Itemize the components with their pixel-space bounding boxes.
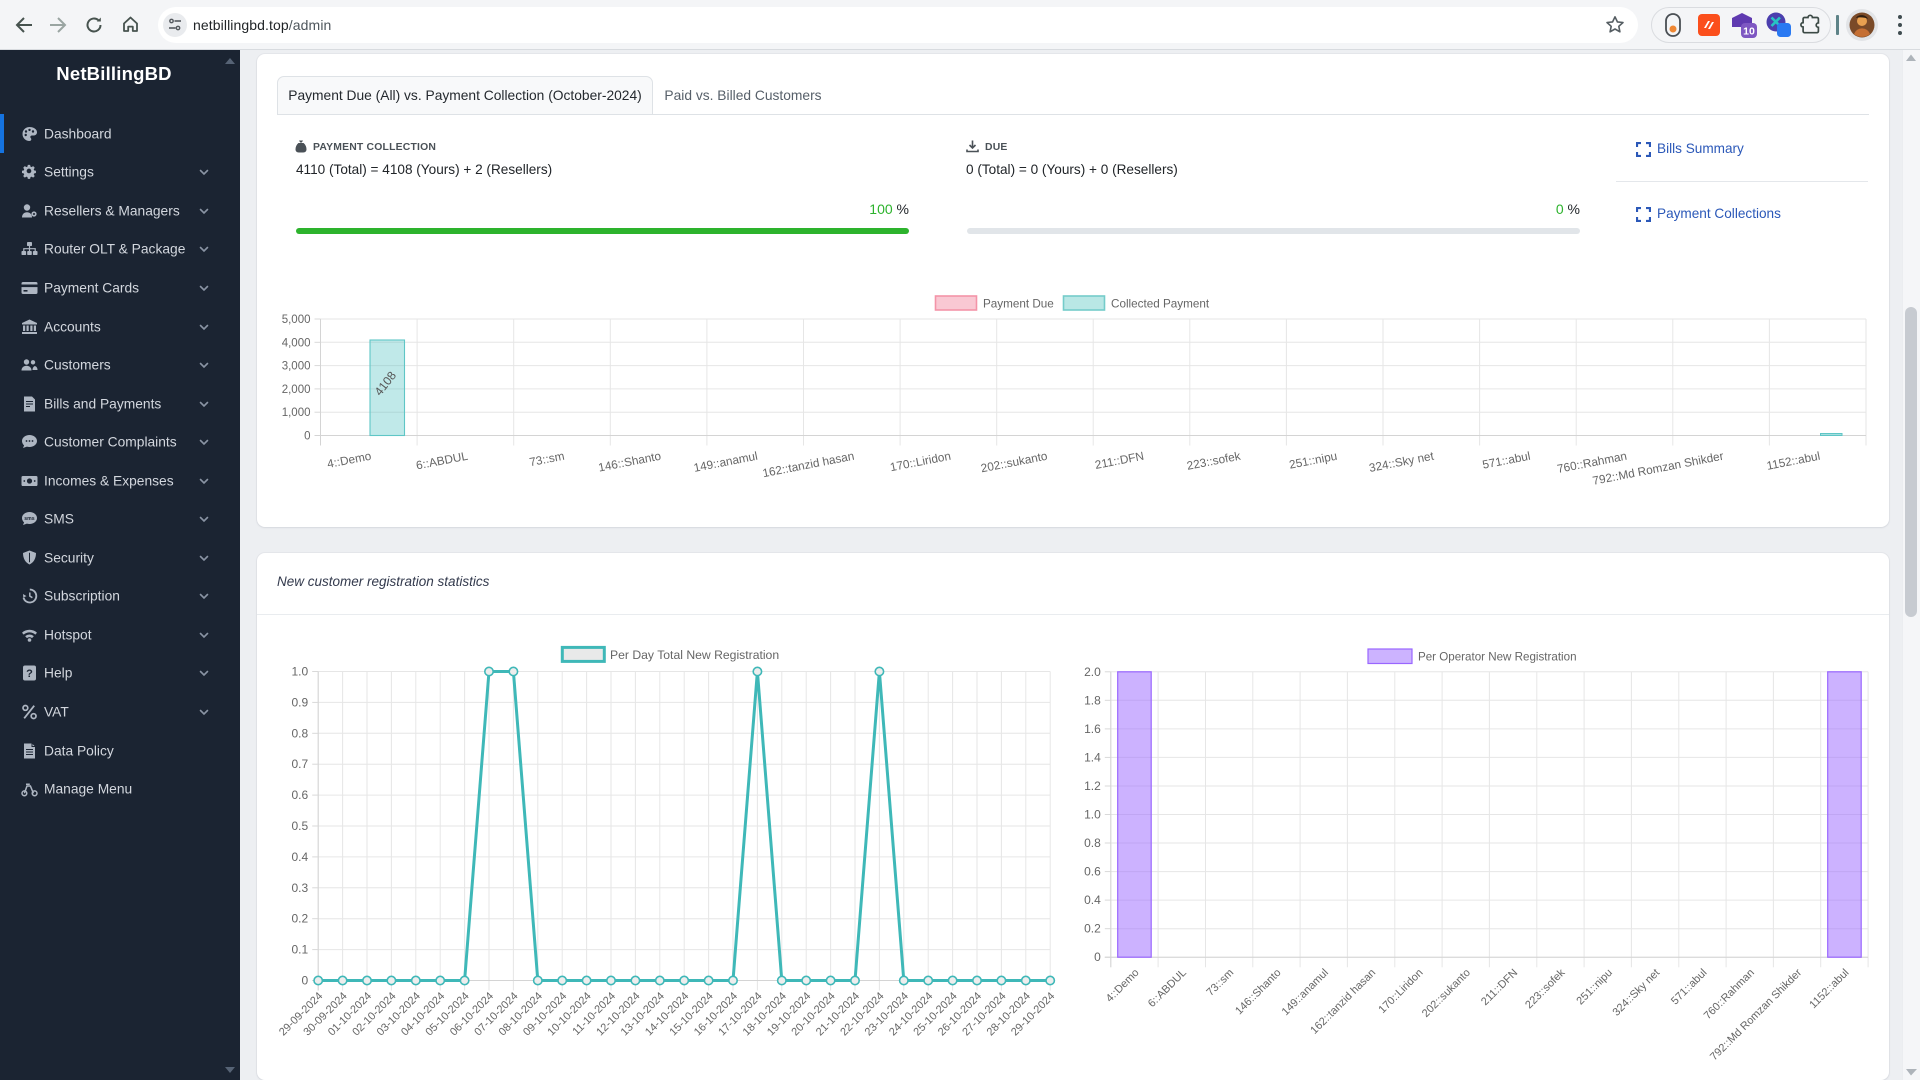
svg-text:0.4: 0.4	[1084, 893, 1101, 907]
svg-text:324::Sky net: 324::Sky net	[1368, 449, 1436, 475]
svg-text:0.2: 0.2	[292, 912, 309, 926]
svg-text:0.6: 0.6	[1084, 865, 1101, 879]
svg-text:1,000: 1,000	[282, 407, 311, 419]
svg-text:4,000: 4,000	[282, 337, 311, 349]
svg-text:0.3: 0.3	[292, 881, 309, 895]
svg-text:0.6: 0.6	[292, 788, 309, 802]
svg-text:6::ABDUL: 6::ABDUL	[415, 449, 470, 473]
svg-text:4::Demo: 4::Demo	[326, 449, 373, 471]
svg-text:0: 0	[1094, 950, 1101, 964]
svg-text:73::sm: 73::sm	[528, 449, 566, 470]
svg-text:1.0: 1.0	[292, 665, 309, 679]
svg-text:251::nipu: 251::nipu	[1288, 449, 1338, 472]
svg-text:202::sukanto: 202::sukanto	[980, 449, 1049, 476]
svg-text:211::DFN: 211::DFN	[1479, 967, 1520, 1008]
svg-text:5,000: 5,000	[282, 314, 311, 326]
svg-text:202::sukanto: 202::sukanto	[1420, 967, 1473, 1020]
svg-text:170::Liridon: 170::Liridon	[1376, 967, 1425, 1016]
svg-text:162::tanzid hasan: 162::tanzid hasan	[761, 449, 855, 481]
svg-text:146::Shanto: 146::Shanto	[1233, 967, 1283, 1017]
svg-text:0.8: 0.8	[1084, 836, 1101, 850]
svg-text:73::sm: 73::sm	[1204, 967, 1236, 999]
svg-text:2,000: 2,000	[282, 384, 311, 396]
svg-text:1.8: 1.8	[1084, 693, 1101, 707]
svg-text:149::anamul: 149::anamul	[692, 449, 758, 475]
svg-text:0.7: 0.7	[292, 757, 309, 771]
svg-text:0.1: 0.1	[292, 943, 309, 957]
svg-text:0.8: 0.8	[292, 726, 309, 740]
svg-text:1.4: 1.4	[1084, 750, 1101, 764]
svg-text:0: 0	[302, 974, 309, 988]
svg-text:149::anamul: 149::anamul	[1280, 967, 1331, 1018]
svg-text:2.0: 2.0	[1084, 665, 1101, 679]
svg-text:4::Demo: 4::Demo	[1104, 967, 1142, 1005]
svg-text:Per Day Total New Registration: Per Day Total New Registration	[610, 648, 779, 662]
svg-text:146::Shanto: 146::Shanto	[597, 449, 663, 475]
svg-text:Collected Payment: Collected Payment	[1111, 298, 1210, 311]
svg-text:1.6: 1.6	[1084, 722, 1101, 736]
svg-text:571::abul: 571::abul	[1481, 449, 1531, 472]
svg-text:223::sofek: 223::sofek	[1523, 966, 1568, 1011]
svg-text:Payment Due: Payment Due	[983, 298, 1054, 311]
svg-text:0.4: 0.4	[292, 850, 309, 864]
svg-text:6::ABDUL: 6::ABDUL	[1146, 967, 1189, 1010]
svg-text:3,000: 3,000	[282, 361, 311, 373]
svg-text:170::Liridon: 170::Liridon	[889, 449, 952, 475]
svg-text:0: 0	[304, 431, 310, 443]
svg-text:223::sofek: 223::sofek	[1186, 449, 1242, 473]
svg-text:1.0: 1.0	[1084, 808, 1101, 822]
svg-text:324::Sky net: 324::Sky net	[1610, 967, 1662, 1019]
svg-text:571::abul: 571::abul	[1669, 967, 1709, 1007]
svg-text:0.9: 0.9	[292, 695, 309, 709]
svg-text:0.5: 0.5	[292, 819, 309, 833]
svg-text:?: ?	[26, 668, 33, 680]
svg-text:Per Operator New Registration: Per Operator New Registration	[1418, 651, 1577, 664]
svg-text:sms: sms	[24, 516, 34, 522]
svg-text:10: 10	[1743, 26, 1755, 38]
svg-text:1.2: 1.2	[1084, 779, 1101, 793]
svg-text:792::Md Romzan Shikder: 792::Md Romzan Shikder	[1708, 967, 1804, 1063]
svg-text:211::DFN: 211::DFN	[1094, 449, 1145, 472]
svg-text:251::nipu: 251::nipu	[1574, 967, 1614, 1007]
svg-text:1152::abul: 1152::abul	[1807, 967, 1851, 1011]
svg-text:1152::abul: 1152::abul	[1765, 449, 1821, 473]
svg-text:0.2: 0.2	[1084, 922, 1101, 936]
